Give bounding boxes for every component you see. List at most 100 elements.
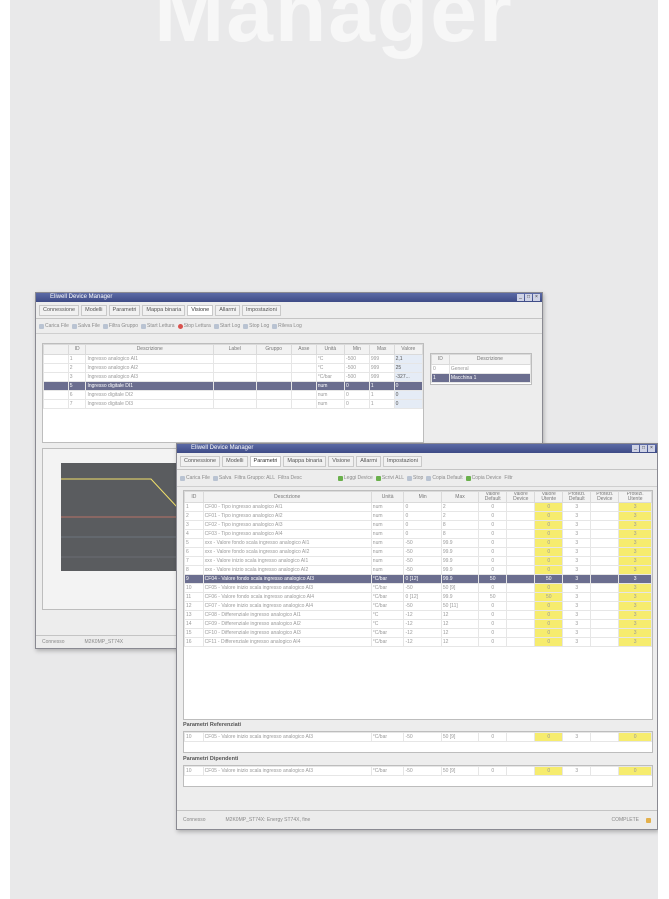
cell-value-user[interactable]: 0 (534, 502, 564, 512)
cell-value-user[interactable]: 0 (534, 628, 564, 638)
cell-prot-user[interactable]: 3 (618, 592, 652, 602)
cell-prot-user[interactable]: 0 (618, 732, 652, 742)
copy-default-button[interactable]: Copia Default (426, 475, 463, 481)
cell-value-user[interactable]: 0 (534, 565, 564, 575)
cell-value-user[interactable]: 0 (534, 547, 564, 557)
table-row[interactable]: 4 CF03 - Tipo ingresso analogico AI4 num 0 8… (184, 529, 652, 539)
table-row[interactable]: 1 CF00 - Tipo ingresso analogico AI1 num 0 2… (184, 502, 652, 512)
cell-group[interactable] (255, 372, 292, 382)
back-tab-0[interactable]: Connessione (39, 304, 80, 316)
back-tab-6[interactable]: Impostazioni (242, 304, 281, 316)
table-row[interactable]: 8 xxx - Valore inizio scala ingresso anal… (184, 565, 652, 575)
table-row[interactable]: 10 CF05 - Valore inizio scala ingresso an… (184, 766, 652, 776)
cell-prot-user[interactable]: 3 (618, 637, 652, 647)
cell-axis[interactable] (290, 381, 317, 391)
list-item[interactable]: 0 General (431, 364, 532, 374)
table-row[interactable]: 16 CF11 - Differenziale ingresso analogic… (184, 637, 652, 647)
group-filter[interactable]: Filtra Gruppo: ALL (234, 475, 275, 481)
table-row[interactable]: 5 Ingresso digitale DI1 num 0 1 0 (43, 381, 424, 391)
table-row[interactable]: 9 CF04 - Valore fondo scala ingresso anal… (184, 574, 652, 584)
table-row[interactable]: 12 CF07 - Valore inizio scala ingresso an… (184, 601, 652, 611)
table-row[interactable]: 1 Ingresso analogico AI1 °C -500 999 2,1 (43, 354, 424, 364)
cell-prot-user[interactable]: 0 (618, 766, 652, 776)
desc-filter[interactable]: Filtra Desc (278, 475, 302, 481)
cell-group[interactable] (255, 381, 292, 391)
cell-prot-user[interactable]: 3 (618, 529, 652, 539)
cell-prot-user[interactable]: 3 (618, 556, 652, 566)
table-row[interactable]: 7 xxx - Valore inizio scala ingresso anal… (184, 556, 652, 566)
table-row[interactable]: 3 CF02 - Tipo ingresso analogico AI3 num 0 8… (184, 520, 652, 530)
cell-prot-user[interactable]: 3 (618, 502, 652, 512)
maximize-icon[interactable]: □ (640, 445, 647, 452)
cell-value-user[interactable]: 0 (534, 556, 564, 566)
row-checkbox[interactable] (43, 372, 69, 382)
cell-value-user[interactable]: 50 (534, 574, 564, 584)
back-tab-3[interactable]: Mappa binaria (142, 304, 186, 316)
back-toolbar-item-4[interactable]: Stop Lettura (177, 323, 211, 329)
table-row[interactable]: 2 CF01 - Tipo ingresso analogico AI2 num 0 2… (184, 511, 652, 521)
cell-prot-user[interactable]: 3 (618, 547, 652, 557)
front-tab-4[interactable]: Visione (328, 455, 355, 467)
cell-prot-user[interactable]: 3 (618, 538, 652, 548)
cell-prot-user[interactable]: 3 (618, 601, 652, 611)
table-row[interactable]: 7 Ingresso digitale DI3 num 0 1 0 (43, 399, 424, 409)
cell-value-user[interactable]: 0 (534, 583, 564, 593)
table-row[interactable]: 6 xxx - Valore fondo scala ingresso analo… (184, 547, 652, 557)
cell-prot-user[interactable]: 3 (618, 610, 652, 620)
cell-prot-user[interactable]: 3 (618, 520, 652, 530)
row-checkbox[interactable] (43, 381, 69, 391)
close-icon[interactable]: × (533, 294, 540, 301)
save-button[interactable]: Salva (212, 475, 231, 481)
close-icon[interactable]: × (648, 445, 655, 452)
cell-prot-user[interactable]: 3 (618, 565, 652, 575)
minimize-icon[interactable]: _ (517, 294, 524, 301)
front-tab-3[interactable]: Mappa binaria (283, 455, 327, 467)
row-checkbox[interactable] (43, 390, 69, 400)
cell-value-user[interactable]: 0 (534, 610, 564, 620)
cell-prot-user[interactable]: 3 (618, 628, 652, 638)
cell-value-user[interactable]: 0 (534, 732, 564, 742)
back-tab-5[interactable]: Allarmi (215, 304, 241, 316)
cell-value-user[interactable]: 0 (534, 529, 564, 539)
back-tab-1[interactable]: Modelli (81, 304, 107, 316)
front-tab-0[interactable]: Connessione (180, 455, 221, 467)
back-toolbar-item-5[interactable]: Start Log (213, 323, 240, 329)
cell-value-user[interactable]: 0 (534, 511, 564, 521)
cell-value-user[interactable]: 0 (534, 766, 564, 776)
cell-group[interactable] (255, 390, 292, 400)
back-toolbar-item-0[interactable]: Carica File (39, 323, 69, 329)
cell-axis[interactable] (290, 390, 317, 400)
front-tab-2[interactable]: Parametri (249, 455, 282, 467)
back-toolbar-item-3[interactable]: Start Lettura (141, 323, 175, 329)
front-tab-1[interactable]: Modelli (222, 455, 248, 467)
stop-button[interactable]: Stop (407, 475, 423, 481)
row-checkbox[interactable] (43, 363, 69, 373)
back-toolbar-item-6[interactable]: Stop Log (243, 323, 269, 329)
row-checkbox[interactable] (43, 354, 69, 364)
table-row[interactable]: 2 Ingresso analogico AI2 °C -500 999 25 (43, 363, 424, 373)
back-toolbar-item-7[interactable]: Rileva Log (272, 323, 302, 329)
cell-value-user[interactable]: 0 (534, 619, 564, 629)
cell-value-user[interactable]: 0 (534, 520, 564, 530)
table-row[interactable]: 6 Ingresso digitale DI2 num 0 1 0 (43, 390, 424, 400)
table-row[interactable]: 3 Ingresso analogico AI3 °C/bar -500 999 -327… (43, 372, 424, 382)
cell-axis[interactable] (290, 372, 317, 382)
table-row[interactable]: 10 CF05 - Valore inizio scala ingresso an… (184, 732, 652, 742)
cell-group[interactable] (255, 354, 292, 364)
cell-group[interactable] (255, 399, 292, 409)
cell-value-user[interactable]: 0 (534, 601, 564, 611)
table-row[interactable]: 11 CF06 - Valore fondo scala ingresso ana… (184, 592, 652, 602)
cell-value-user[interactable]: 0 (534, 538, 564, 548)
front-tab-5[interactable]: Allarmi (356, 455, 382, 467)
table-row[interactable]: 10 CF05 - Valore inizio scala ingresso an… (184, 583, 652, 593)
cell-axis[interactable] (290, 399, 317, 409)
back-toolbar-item-2[interactable]: Filtra Gruppo (102, 323, 138, 329)
cell-group[interactable] (255, 363, 292, 373)
list-item[interactable]: 1 Macchina 1 (431, 373, 532, 383)
cell-prot-user[interactable]: 3 (618, 511, 652, 521)
cell-prot-user[interactable]: 3 (618, 583, 652, 593)
minimize-icon[interactable]: _ (632, 445, 639, 452)
maximize-icon[interactable]: □ (525, 294, 532, 301)
back-toolbar-item-1[interactable]: Salva File (71, 323, 100, 329)
table-row[interactable]: 13 CF08 - Differenziale ingresso analogic… (184, 610, 652, 620)
